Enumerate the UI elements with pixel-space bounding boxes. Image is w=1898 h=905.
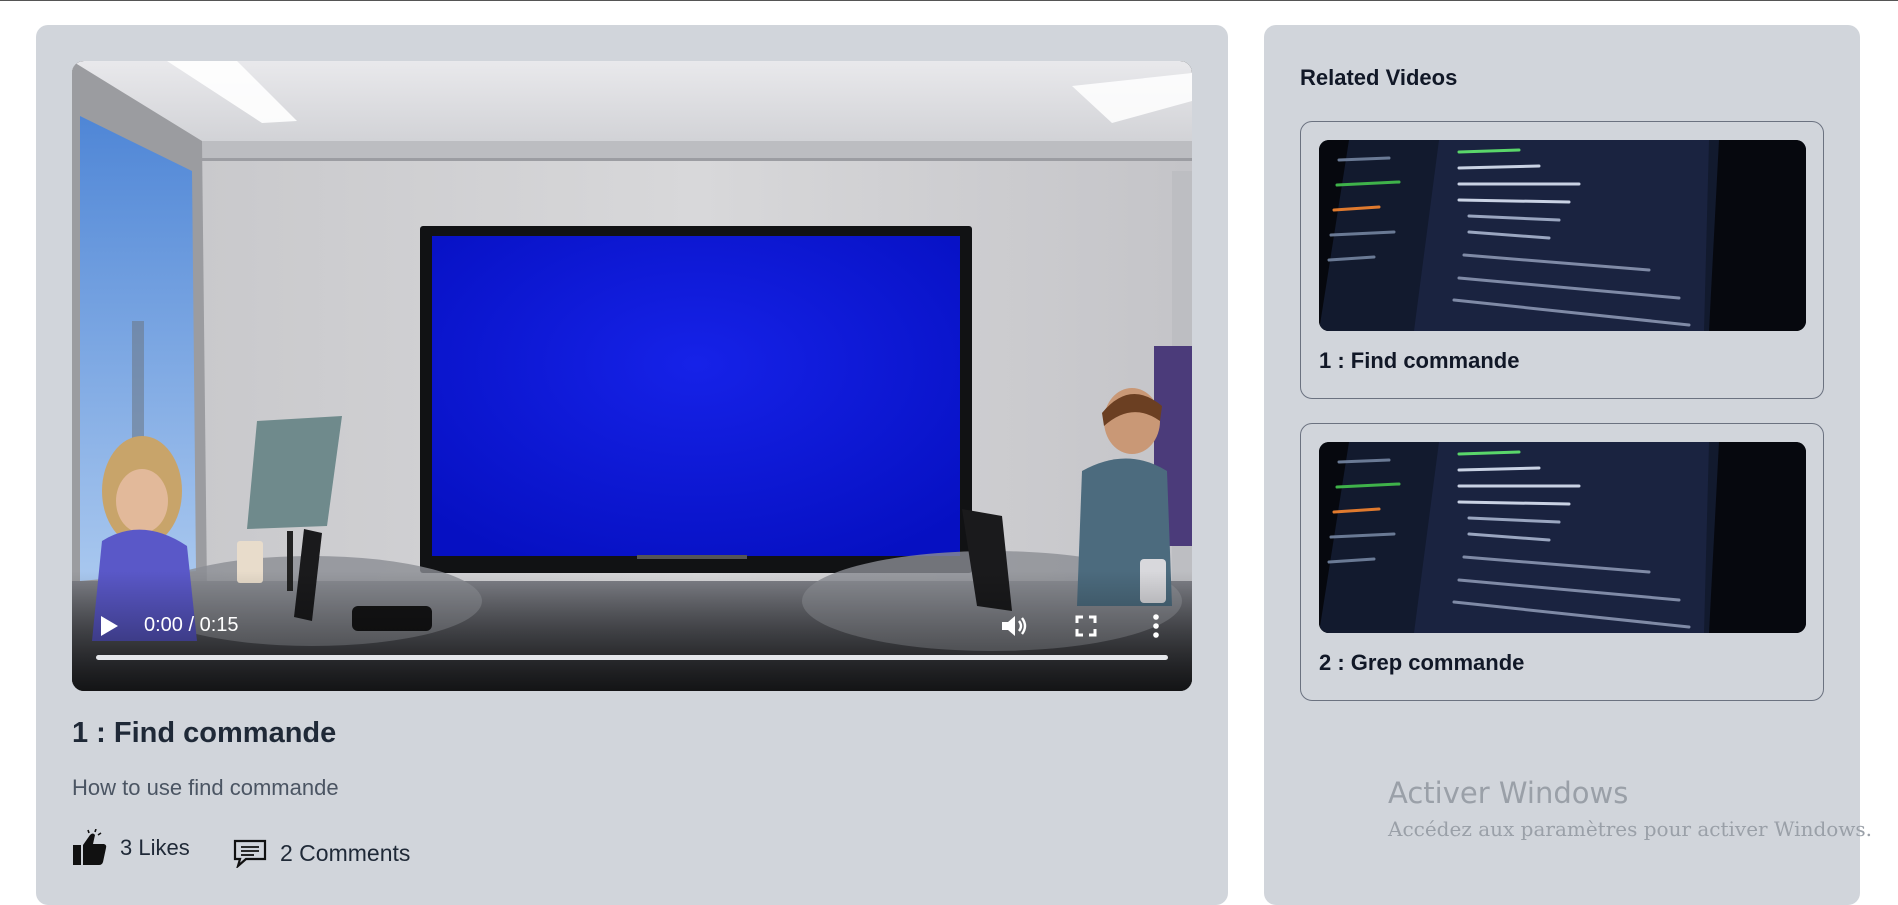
main-video-panel: 0:00 / 0:15 1 : Find commande How to use… [36,25,1228,905]
related-videos-panel: Related Videos 1: Find commande 2: Gre… [1264,25,1860,905]
progress-bar[interactable] [96,655,1168,660]
more-options-icon[interactable] [1139,609,1173,643]
window-top-border [0,0,1898,1]
video-title: 1 : Find commande [72,717,337,749]
related-videos-heading: Related Videos [1300,65,1458,90]
comments-count: 2 Comments [280,839,411,866]
video-thumbnail [1319,442,1806,633]
thumbs-up-icon [73,829,107,865]
likes-count: 3 Likes [120,835,190,860]
related-video-card[interactable]: 2 : Grep commande [1300,423,1824,701]
like-button[interactable]: 3 Likes [72,828,190,868]
related-video-title: 2 : Grep commande [1319,650,1525,675]
activate-windows-subtitle: Accédez aux paramètres pour activer Wind… [1388,817,1873,841]
volume-icon[interactable] [996,609,1030,643]
comment-icon [233,839,267,868]
related-video-card[interactable]: 1 : Find commande [1300,121,1824,399]
activate-windows-title: Activer Windows [1388,776,1629,810]
video-player[interactable]: 0:00 / 0:15 [72,61,1192,691]
related-video-title: 1 : Find commande [1319,348,1520,373]
video-thumbnail [1319,140,1806,331]
comments-button[interactable]: 2 Comments [232,833,410,873]
time-display: 0:00 / 0:15 [144,614,239,636]
play-icon[interactable] [98,613,120,639]
fullscreen-icon[interactable] [1069,609,1103,643]
video-description: How to use find commande [72,775,339,800]
